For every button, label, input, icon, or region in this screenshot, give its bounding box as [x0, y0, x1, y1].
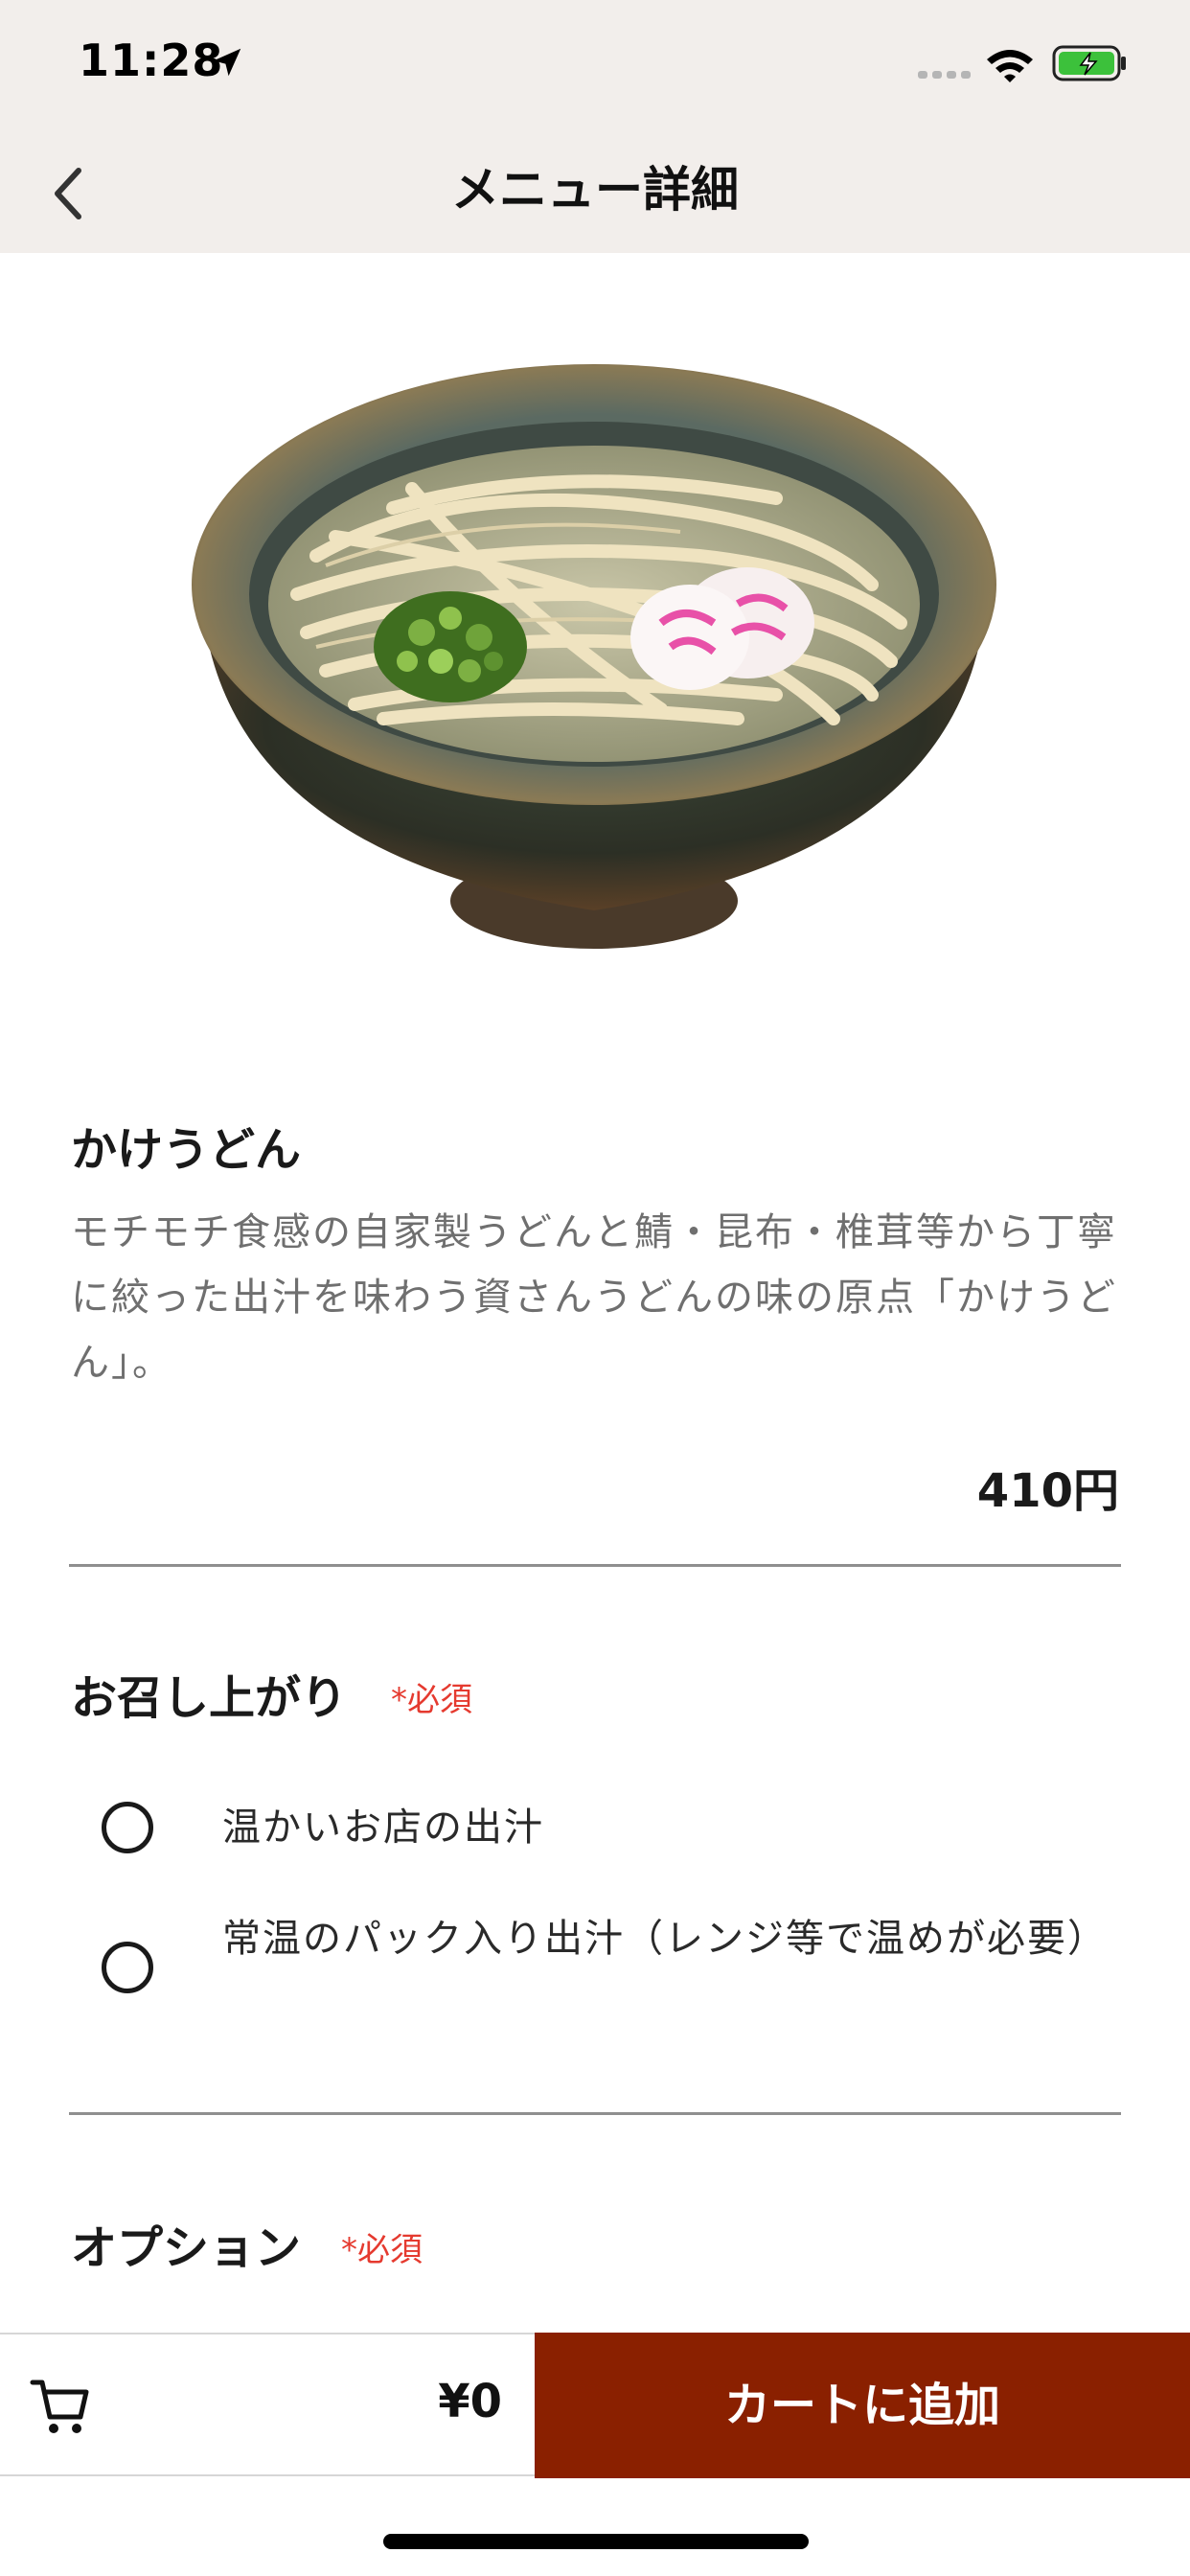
back-button[interactable] [29, 155, 105, 232]
radio-option-packed-broth[interactable]: 常温のパック入り出汁（レンジ等で温めが必要） [96, 1907, 1131, 2041]
radio-button[interactable] [102, 1802, 153, 1853]
section-title-options: オプション [71, 2221, 302, 2275]
product-image [192, 364, 996, 949]
wifi-icon [987, 50, 1033, 82]
location-arrow-icon [213, 48, 241, 77]
radio-label: 温かいお店の出汁 [222, 1806, 544, 1850]
item-price: 410円 [976, 1464, 1119, 1518]
required-badge: *必須 [391, 1681, 472, 1719]
item-name: かけうどん [71, 1123, 302, 1177]
chevron-left-icon [55, 168, 81, 219]
divider [69, 2112, 1121, 2115]
radio-option-warm-broth[interactable]: 温かいお店の出汁 [96, 1794, 1131, 1871]
signal-icon [918, 71, 971, 79]
divider [69, 1564, 1121, 1567]
radio-label: 常温のパック入り出汁（レンジ等で温めが必要） [222, 1917, 1108, 1961]
required-badge: *必須 [341, 2231, 423, 2269]
cart-bar: ¥0 カートに追加 [0, 2333, 1190, 2478]
status-bar: 11:28 [0, 0, 1190, 126]
page-title: メニュー詳細 [451, 162, 739, 218]
add-to-cart-button[interactable]: カートに追加 [535, 2333, 1190, 2478]
green-onion [374, 591, 527, 702]
status-time: 11:28 [79, 34, 224, 86]
radio-button[interactable] [102, 1942, 153, 1993]
cart-icon[interactable] [29, 2375, 92, 2438]
item-description: モチモチ食感の自家製うどんと鯖・昆布・椎茸等から丁寧に絞った出汁を味わう資さんう… [71, 1210, 1117, 1385]
home-indicator[interactable] [383, 2534, 809, 2549]
cart-total: ¥0 [438, 2375, 502, 2428]
battery-charging-icon [1052, 45, 1126, 81]
section-title-serving: お召し上がり [71, 1671, 348, 1725]
nav-bar: メニュー詳細 [0, 126, 1190, 253]
